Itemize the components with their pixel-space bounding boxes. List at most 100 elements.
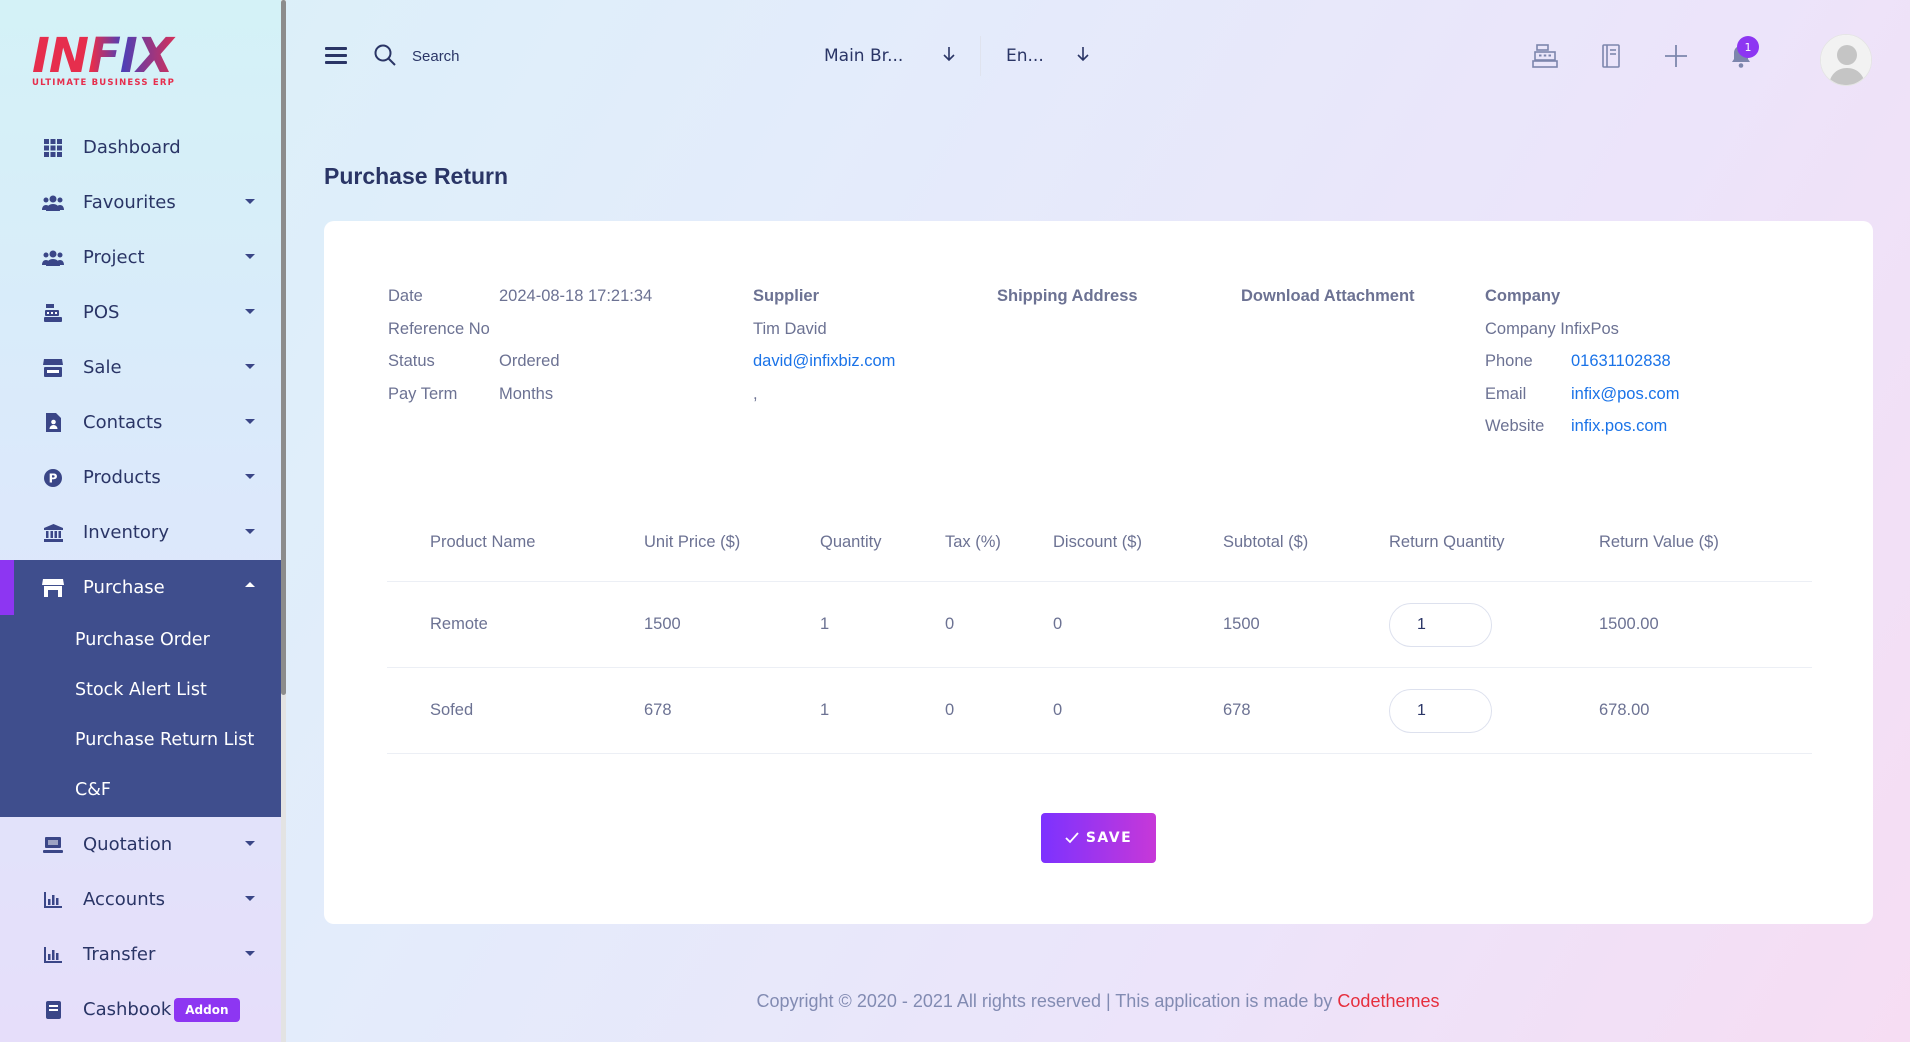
discount-cell: 0 (1053, 615, 1063, 633)
shop-icon (42, 577, 64, 599)
caret-down-icon (245, 529, 255, 534)
sidebar-item-quotation[interactable]: Quotation (0, 817, 281, 872)
sidebar-item-label: Products (83, 467, 161, 488)
website-link[interactable]: infix.pos.com (1571, 417, 1667, 450)
grid-icon (42, 137, 64, 159)
subtotal-cell: 1500 (1223, 615, 1260, 633)
svg-text:P: P (49, 471, 58, 485)
company-details: Company Company InfixPos Phone 0163110283… (1485, 287, 1745, 450)
sidebar-item-purchase[interactable]: Purchase (0, 560, 281, 615)
plus-icon[interactable] (1662, 42, 1690, 70)
subtotal-cell: 678 (1223, 701, 1251, 719)
check-icon (1065, 832, 1079, 844)
brand-link[interactable]: Codethemes (1337, 991, 1439, 1011)
column-header: Product Name (430, 533, 536, 551)
search-icon (374, 44, 396, 66)
purchase-return-card: Date 2024-08-18 17:21:34 Reference No Sta… (324, 221, 1873, 924)
sidebar: INFIX ULTIMATE BUSINESS ERP Dashboard Fa… (0, 0, 281, 1042)
reference-label: Reference No (388, 319, 490, 338)
branch-select[interactable]: Main Br... (824, 40, 964, 72)
sidebar-item-favourites[interactable]: Favourites (0, 175, 281, 230)
purchase-submenu: Purchase Order Stock Alert List Purchase… (0, 615, 281, 817)
language-select-value: En... (1006, 46, 1044, 66)
submenu-item-stock-alert-list[interactable]: Stock Alert List (0, 665, 281, 715)
chart-icon (42, 944, 64, 966)
sidebar-item-label: Contacts (83, 412, 163, 433)
search-input[interactable] (412, 42, 622, 70)
return-items-table: Product Name Unit Price ($) Quantity Tax… (387, 504, 1812, 754)
column-header: Subtotal ($) (1223, 533, 1309, 551)
sidebar-item-pos[interactable]: POS (0, 285, 281, 340)
phone-link[interactable]: 01631102838 (1571, 352, 1671, 385)
supplier-name: Tim David (753, 319, 827, 338)
shipping-heading: Shipping Address (997, 287, 1138, 305)
store-icon (42, 357, 64, 379)
topbar-divider (980, 36, 981, 76)
submenu-item-purchase-order[interactable]: Purchase Order (0, 615, 281, 665)
keyboard-icon (42, 834, 64, 856)
sidebar-item-dashboard[interactable]: Dashboard (0, 120, 281, 175)
sidebar-item-label: Dashboard (83, 137, 181, 158)
sidebar-item-sale[interactable]: Sale (0, 340, 281, 395)
return-quantity-input[interactable] (1389, 688, 1492, 733)
return-value-cell: 1500.00 (1599, 615, 1659, 633)
status-value: Ordered (499, 352, 560, 370)
product-p-icon: P (42, 467, 64, 489)
save-button[interactable]: SAVE (1041, 813, 1156, 863)
website-label: Website (1485, 417, 1545, 435)
save-button-label: SAVE (1085, 830, 1133, 846)
submenu-item-cf[interactable]: C&F (0, 765, 281, 815)
return-quantity-cell (1389, 688, 1599, 733)
company-heading: Company (1485, 287, 1561, 305)
sidebar-item-cashbook[interactable]: Cashbook Addon (0, 982, 281, 1037)
discount-cell: 0 (1053, 701, 1063, 719)
sidebar-item-label: Favourites (83, 192, 176, 213)
cash-register-icon[interactable] (1531, 42, 1559, 70)
date-value: 2024-08-18 17:21:34 (499, 287, 653, 305)
avatar[interactable] (1820, 34, 1872, 86)
user-avatar-icon (1821, 35, 1871, 85)
cash-register-icon (42, 302, 64, 324)
column-header: Unit Price ($) (644, 533, 741, 551)
sidebar-item-inventory[interactable]: Inventory (0, 505, 281, 560)
return-quantity-input[interactable] (1389, 602, 1492, 647)
language-select[interactable]: En... (1006, 40, 1106, 72)
addon-badge: Addon (174, 997, 240, 1022)
column-header: Tax (%) (945, 533, 1001, 551)
footer: Copyright © 2020 - 2021 All rights reser… (286, 991, 1910, 1012)
sidebar-item-project[interactable]: Project (0, 230, 281, 285)
sidebar-scrollbar[interactable] (281, 0, 286, 1042)
caret-up-icon (245, 582, 255, 587)
supplier-email-link[interactable]: david@infixbiz.com (753, 352, 973, 385)
table-row: Sofed 678 1 0 0 678 678.00 (387, 668, 1812, 754)
page-title: Purchase Return (324, 163, 509, 189)
submenu-item-purchase-return-list[interactable]: Purchase Return List (0, 715, 281, 765)
sidebar-item-label: Quotation (83, 834, 173, 855)
return-quantity-cell (1389, 602, 1599, 647)
arrow-down-icon (1077, 47, 1089, 62)
table-header: Product Name Unit Price ($) Quantity Tax… (387, 504, 1812, 582)
quantity-cell: 1 (820, 701, 830, 719)
sidebar-item-products[interactable]: P Products (0, 450, 281, 505)
menu-toggle-icon[interactable] (325, 47, 347, 64)
logo-text: INFIX (32, 30, 182, 82)
company-email-link[interactable]: infix@pos.com (1571, 385, 1679, 418)
column-header: Return Quantity (1389, 533, 1505, 551)
sidebar-item-contacts[interactable]: Contacts (0, 395, 281, 450)
sidebar-item-transfer[interactable]: Transfer (0, 927, 281, 982)
caret-down-icon (245, 364, 255, 369)
sidebar-item-label: Transfer (83, 944, 156, 965)
app-logo[interactable]: INFIX ULTIMATE BUSINESS ERP (32, 30, 182, 94)
download-attachment-heading[interactable]: Download Attachment (1241, 287, 1471, 320)
column-header: Discount ($) (1053, 533, 1142, 551)
quantity-cell: 1 (820, 615, 830, 633)
branch-select-value: Main Br... (824, 46, 904, 66)
sidebar-item-accounts[interactable]: Accounts (0, 872, 281, 927)
sidebar-item-label: Project (83, 247, 145, 268)
sidebar-item-label: Purchase (83, 577, 165, 598)
caret-down-icon (245, 896, 255, 901)
bank-icon (42, 522, 64, 544)
attachment-details: Download Attachment (1241, 287, 1471, 320)
sidebar-nav: Dashboard Favourites Project POS Sale Co… (0, 120, 281, 1037)
notebook-icon[interactable] (1597, 42, 1625, 70)
